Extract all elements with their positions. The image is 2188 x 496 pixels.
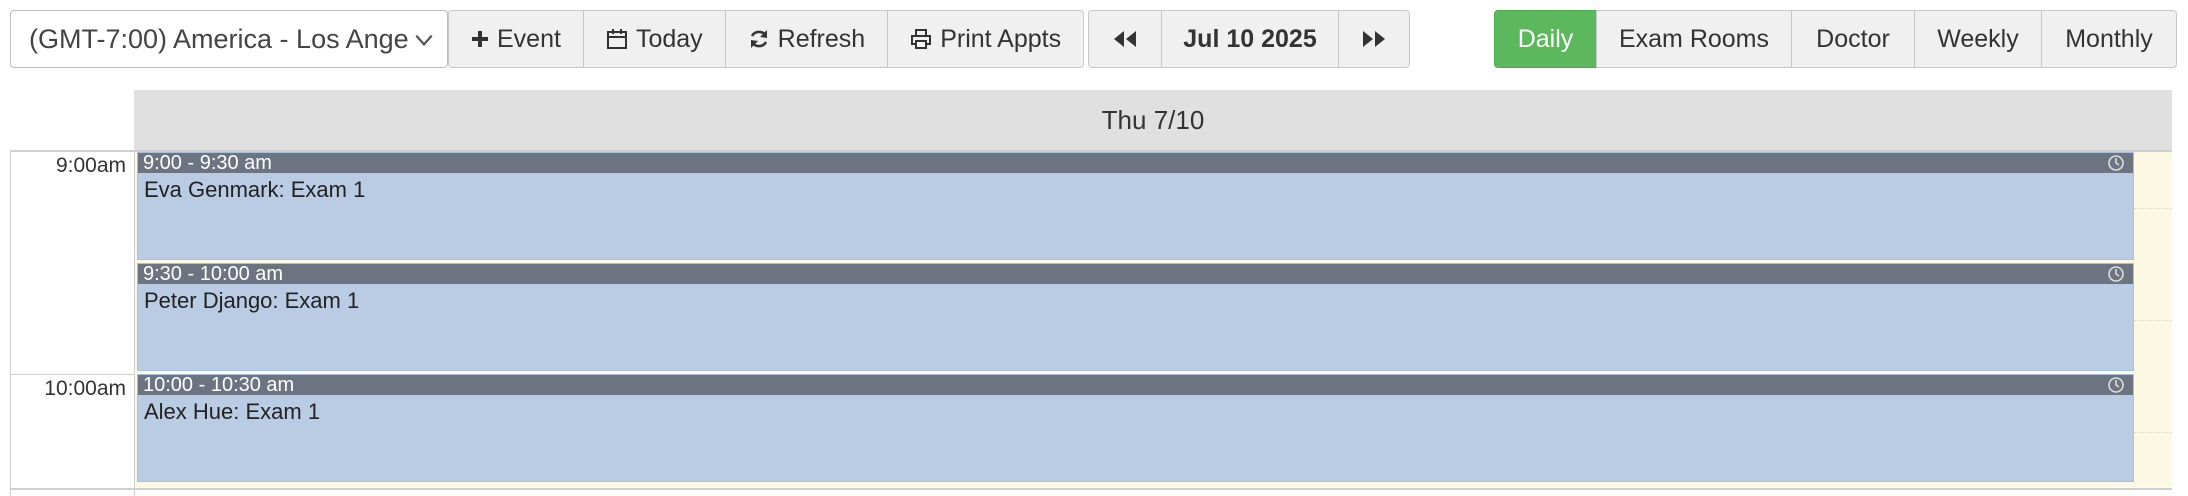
refresh-button[interactable]: Refresh: [724, 10, 889, 68]
next-button[interactable]: [1338, 10, 1410, 68]
half-hour-tick: [2134, 208, 2172, 209]
event-title: Peter Django: Exam 1: [144, 288, 360, 313]
clock-icon: [2108, 377, 2124, 393]
event-time: 9:30 - 10:00 am: [143, 263, 284, 285]
event-time-header: 10:00 - 10:30 am: [138, 375, 2133, 395]
event-time-header: 9:30 - 10:00 am: [138, 264, 2133, 284]
plus-icon: [472, 31, 488, 47]
hour-divider: [10, 374, 134, 375]
view-daily-label: Daily: [1517, 24, 1574, 53]
event-title: Alex Hue: Exam 1: [144, 399, 321, 424]
view-daily-button[interactable]: Daily: [1494, 10, 1597, 68]
action-button-group: Event Today Refresh Print Appts: [448, 10, 1085, 68]
previous-button[interactable]: [1088, 10, 1162, 68]
time-label-9am: 9:00am: [55, 154, 126, 177]
clock-icon: [2108, 266, 2124, 282]
current-date-button[interactable]: Jul 10 2025: [1161, 10, 1339, 68]
view-weekly-label: Weekly: [1937, 24, 2019, 53]
add-event-button[interactable]: Event: [448, 10, 584, 68]
printer-icon: [911, 29, 932, 49]
print-appointments-label: Print Appts: [940, 24, 1062, 53]
chevron-down-icon: [415, 34, 433, 47]
calendar-icon: [606, 29, 627, 49]
appointment-event[interactable]: 10:00 - 10:30 am Alex Hue: Exam 1: [137, 374, 2134, 482]
half-hour-tick: [2134, 320, 2172, 321]
half-hour-tick: [2134, 432, 2172, 433]
view-monthly-button[interactable]: Monthly: [2041, 10, 2177, 68]
current-date-label: Jul 10 2025: [1183, 24, 1317, 53]
clock-icon: [2108, 155, 2124, 171]
forward-icon: [1363, 31, 1385, 47]
view-doctor-label: Doctor: [1816, 24, 1890, 53]
backward-icon: [1114, 31, 1136, 47]
day-column-header: Thu 7/10: [134, 90, 2172, 150]
refresh-label: Refresh: [777, 24, 866, 53]
grid-bottom-divider: [10, 488, 2172, 490]
print-appointments-button[interactable]: Print Appts: [887, 10, 1085, 68]
time-label-10am: 10:00am: [44, 377, 126, 400]
add-event-label: Event: [497, 24, 561, 53]
timezone-select[interactable]: (GMT-7:00) America - Los Angeles: [10, 10, 448, 68]
event-time: 9:00 - 9:30 am: [143, 152, 272, 174]
view-exam-rooms-label: Exam Rooms: [1618, 24, 1770, 53]
date-navigation: Jul 10 2025: [1088, 10, 1410, 68]
view-monthly-label: Monthly: [2065, 24, 2153, 53]
grid-left-border: [10, 150, 11, 496]
time-axis-divider: [134, 150, 135, 496]
today-button[interactable]: Today: [582, 10, 726, 68]
appointment-event[interactable]: 9:00 - 9:30 am Eva Genmark: Exam 1: [137, 152, 2134, 260]
event-time: 10:00 - 10:30 am: [143, 374, 295, 396]
day-header-label: Thu 7/10: [1101, 104, 1205, 135]
appointment-event[interactable]: 9:30 - 10:00 am Peter Django: Exam 1: [137, 263, 2134, 371]
event-title: Eva Genmark: Exam 1: [144, 177, 366, 202]
refresh-icon: [750, 30, 767, 48]
view-switcher: Daily Exam Rooms Doctor Weekly Monthly: [1494, 10, 2177, 68]
event-time-header: 9:00 - 9:30 am: [138, 153, 2133, 173]
view-doctor-button[interactable]: Doctor: [1791, 10, 1915, 68]
view-exam-rooms-button[interactable]: Exam Rooms: [1596, 10, 1792, 68]
view-weekly-button[interactable]: Weekly: [1914, 10, 2042, 68]
timezone-value: (GMT-7:00) America - Los Angeles: [29, 23, 409, 54]
today-label: Today: [635, 24, 703, 53]
